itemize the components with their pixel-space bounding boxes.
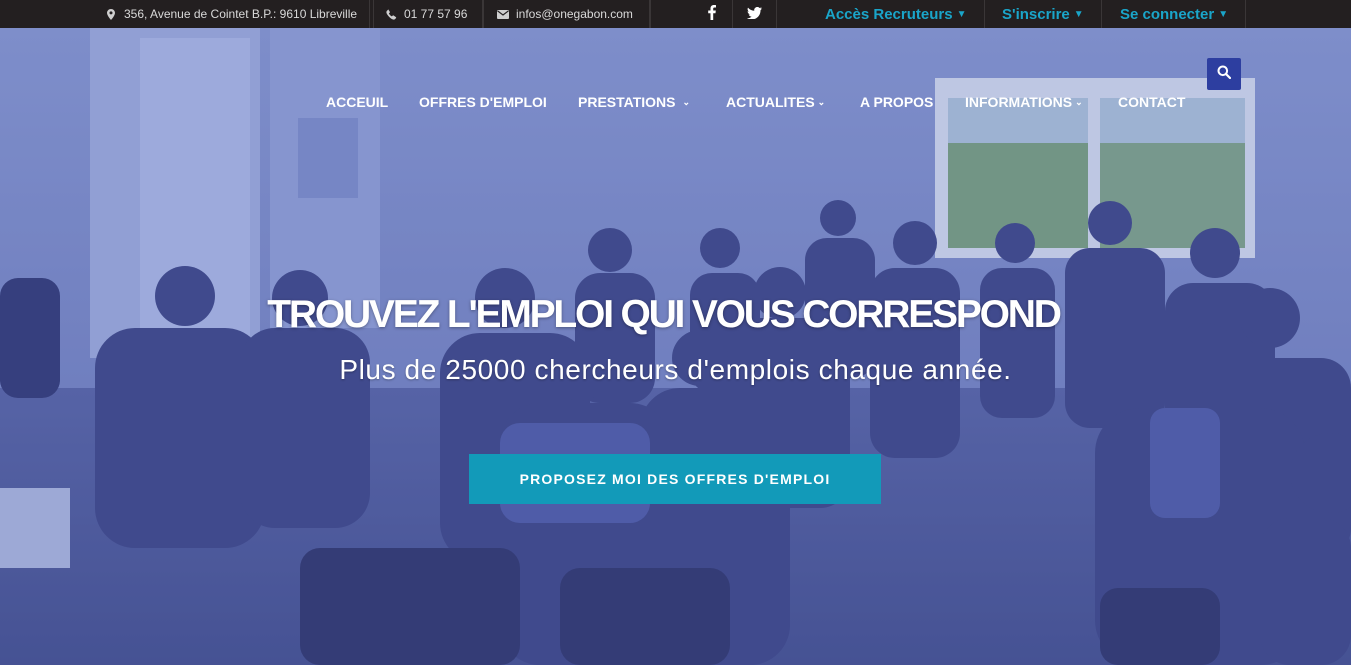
hero-title: TROUVEZ L'EMPLOI QUI VOUS CORRESPOND <box>267 293 1062 336</box>
job-offers-cta-button[interactable]: PROPOSEZ MOI DES OFFRES D'EMPLOI <box>469 454 881 504</box>
caret-down-icon: ▼ <box>1073 8 1084 20</box>
main-navigation: ACCEUIL OFFRES D'EMPLOI PRESTATIONS ⌄ AC… <box>0 88 1351 116</box>
divider <box>650 0 651 28</box>
search-button[interactable] <box>1207 58 1241 90</box>
register-label: S'inscrire <box>1002 5 1070 23</box>
email-info: infos@onegabon.com <box>496 0 650 28</box>
hero-banner: ACCEUIL OFFRES D'EMPLOI PRESTATIONS ⌄ AC… <box>0 28 1351 665</box>
nav-item-label: OFFRES D'EMPLOI <box>419 94 547 110</box>
divider <box>482 0 483 28</box>
envelope-icon <box>496 9 510 19</box>
chevron-down-icon: ⌄ <box>682 96 691 107</box>
phone-icon <box>384 8 398 20</box>
nav-item-label: INFORMATIONS <box>965 94 1073 110</box>
facebook-link[interactable] <box>690 0 734 28</box>
hero-subtitle: Plus de 25000 chercheurs d'emplois chaqu… <box>339 354 1012 385</box>
address-text: 356, Avenue de Cointet B.P.: 9610 Librev… <box>124 7 358 21</box>
nav-item-label: ACTUALITES <box>726 94 815 110</box>
nav-item-informations[interactable]: INFORMATIONS ⌄ <box>965 94 1083 110</box>
register-link[interactable]: S'inscrire ▼ <box>1002 0 1084 28</box>
divider <box>1245 0 1246 28</box>
nav-item-acceuil[interactable]: ACCEUIL <box>326 94 388 110</box>
map-marker-icon <box>104 8 118 20</box>
caret-down-icon: ▼ <box>1218 8 1229 20</box>
caret-down-icon: ▼ <box>956 8 967 20</box>
login-link[interactable]: Se connecter ▼ <box>1120 0 1228 28</box>
nav-item-offres-emploi[interactable]: OFFRES D'EMPLOI <box>419 94 547 110</box>
nav-item-prestations[interactable]: PRESTATIONS ⌄ <box>578 94 690 110</box>
divider <box>369 0 370 28</box>
chevron-down-icon: ⌄ <box>1075 96 1083 107</box>
address-info: 356, Avenue de Cointet B.P.: 9610 Librev… <box>104 0 375 28</box>
phone-info: 01 77 57 96 <box>384 0 485 28</box>
twitter-link[interactable] <box>732 0 776 28</box>
twitter-icon <box>746 6 762 22</box>
divider <box>776 0 777 28</box>
hero-background-photo <box>0 28 1351 665</box>
divider <box>984 0 985 28</box>
login-label: Se connecter <box>1120 5 1215 23</box>
divider <box>1101 0 1102 28</box>
top-info-bar: 356, Avenue de Cointet B.P.: 9610 Librev… <box>0 0 1351 28</box>
nav-item-contact[interactable]: CONTACT <box>1118 94 1185 110</box>
facebook-icon <box>708 5 716 23</box>
chevron-down-icon: ⌄ <box>817 96 826 107</box>
recruiter-access-label: Accès Recruteurs <box>825 5 953 23</box>
phone-text: 01 77 57 96 <box>404 7 468 21</box>
search-icon <box>1217 65 1232 84</box>
nav-item-actualites[interactable]: ACTUALITES ⌄ <box>726 94 825 110</box>
nav-item-a-propos[interactable]: A PROPOS <box>860 94 933 110</box>
nav-item-label: ACCEUIL <box>326 94 389 110</box>
recruiter-access-link[interactable]: Accès Recruteurs ▼ <box>825 0 966 28</box>
nav-item-label: PRESTATIONS <box>578 94 676 110</box>
email-link[interactable]: infos@onegabon.com <box>516 7 633 21</box>
nav-item-label: CONTACT <box>1118 94 1186 110</box>
nav-item-label: A PROPOS <box>860 94 934 110</box>
